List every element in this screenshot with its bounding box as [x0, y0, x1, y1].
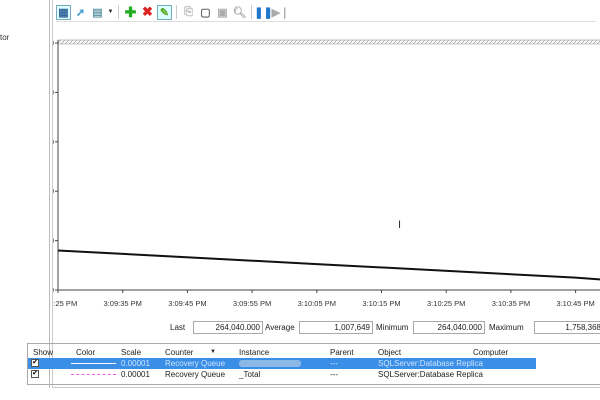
counter-cell: Recovery Queue [165, 370, 226, 379]
x-tick-label: 3:09:25 PM [53, 299, 77, 308]
y-tick-label: 60 [53, 138, 55, 147]
table-row[interactable]: ✔ 0.00001 Recovery Queue --- SQLServer:D… [28, 358, 536, 369]
line-chart: 0 20 40 60 80 100 3:09:25 PM 3:09:35 PM 3:09:45 … [53, 39, 600, 308]
minimum-label: Minimum [376, 323, 409, 332]
y-tick-label: 0 [53, 286, 55, 295]
y-tick-label: 100 [53, 39, 55, 48]
header-scale[interactable]: Scale [121, 347, 141, 358]
header-counter[interactable]: Counter [165, 347, 193, 358]
color-swatch [71, 374, 116, 375]
maximum-value: 1,758,368 [534, 321, 600, 334]
header-color[interactable]: Color [76, 347, 95, 358]
x-tick-label: 3:10:25 PM [427, 299, 465, 308]
header-parent[interactable]: Parent [330, 347, 354, 358]
last-label: Last [170, 323, 186, 332]
x-tick-label: 3:09:35 PM [104, 299, 142, 308]
object-cell: SQLServer:Database Replica [378, 370, 483, 379]
average-label: Average [265, 323, 295, 332]
y-tick-label: 80 [53, 88, 55, 97]
x-tick-label: 3:09:55 PM [233, 299, 271, 308]
left-pane-label: tor [0, 33, 10, 42]
x-tick-label: 3:10:05 PM [298, 299, 336, 308]
text-cursor-icon: I [398, 219, 401, 231]
last-value: 264,040.000 [193, 321, 263, 334]
header-computer[interactable]: Computer [473, 347, 508, 358]
color-swatch [71, 363, 116, 364]
counter-table: Show Color Scale Counter ▼ Instance Pare… [27, 343, 600, 385]
performance-monitor-pane: ▦ ➚ ▤ ▼ ✚ ✖ ✎ ⎘ ▢ ▣ 🔍︎ ❚❚ ▶❘ 02040608010… [52, 0, 600, 388]
x-tick-label: 3:10:45 PM [556, 299, 594, 308]
scale-cell: 0.00001 [121, 359, 150, 368]
x-tick-label: 3:10:15 PM [362, 299, 400, 308]
stats-bar: Last 264,040.000 Average 1,007,649 Minim… [53, 321, 600, 335]
object-cell: SQLServer:Database Replica [378, 359, 483, 368]
y-tick-label: 20 [53, 237, 55, 246]
parent-cell: --- [330, 359, 338, 368]
parent-cell: --- [330, 370, 338, 379]
left-pane: tor [0, 0, 50, 388]
instance-cell: _Total [239, 370, 261, 379]
series-line [57, 249, 600, 281]
minimum-value: 264,040.000 [413, 321, 485, 334]
show-checkbox[interactable]: ✔ [31, 370, 39, 378]
average-value: 1,007,649 [299, 321, 373, 334]
sort-arrow-icon: ▼ [210, 349, 216, 355]
header-show[interactable]: Show [33, 347, 53, 358]
header-instance[interactable]: Instance [239, 347, 269, 358]
y-tick-label: 40 [53, 187, 55, 196]
instance-redacted [239, 360, 301, 367]
counter-cell: Recovery Queue [165, 359, 226, 368]
header-object[interactable]: Object [378, 347, 401, 358]
maximum-label: Maximum [489, 323, 524, 332]
chart-top-border [57, 39, 600, 45]
table-header: Show Color Scale Counter ▼ Instance Pare… [28, 347, 600, 358]
x-tick-label: 3:10:35 PM [492, 299, 530, 308]
table-row[interactable]: ✔ 0.00001 Recovery Queue _Total --- SQLS… [28, 369, 600, 380]
show-checkbox[interactable]: ✔ [31, 359, 39, 367]
scale-cell: 0.00001 [121, 370, 150, 379]
x-tick-label: 3:09:45 PM [168, 299, 206, 308]
